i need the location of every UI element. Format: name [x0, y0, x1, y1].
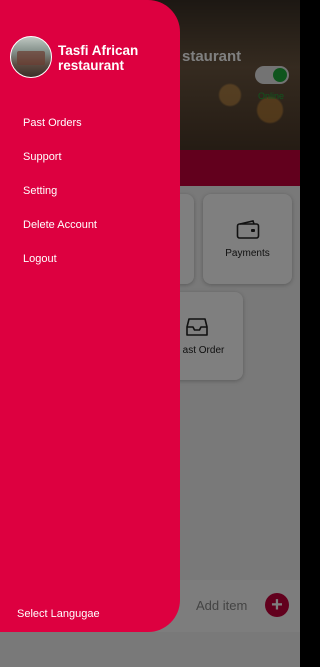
- drawer-restaurant-name: Tasfi African restaurant: [58, 43, 139, 73]
- restaurant-avatar: [10, 36, 52, 78]
- menu-item-past-orders[interactable]: Past Orders: [23, 112, 97, 146]
- menu-item-logout[interactable]: Logout: [23, 248, 97, 282]
- avatar-image-detail: [17, 51, 45, 65]
- menu-item-delete-account[interactable]: Delete Account: [23, 214, 97, 248]
- select-language-link[interactable]: Select Langugae: [17, 608, 100, 620]
- drawer-menu: Past Orders Support Setting Delete Accou…: [23, 112, 97, 282]
- menu-item-support[interactable]: Support: [23, 146, 97, 180]
- menu-item-setting[interactable]: Setting: [23, 180, 97, 214]
- navigation-drawer: Tasfi African restaurant Past Orders Sup…: [0, 0, 180, 632]
